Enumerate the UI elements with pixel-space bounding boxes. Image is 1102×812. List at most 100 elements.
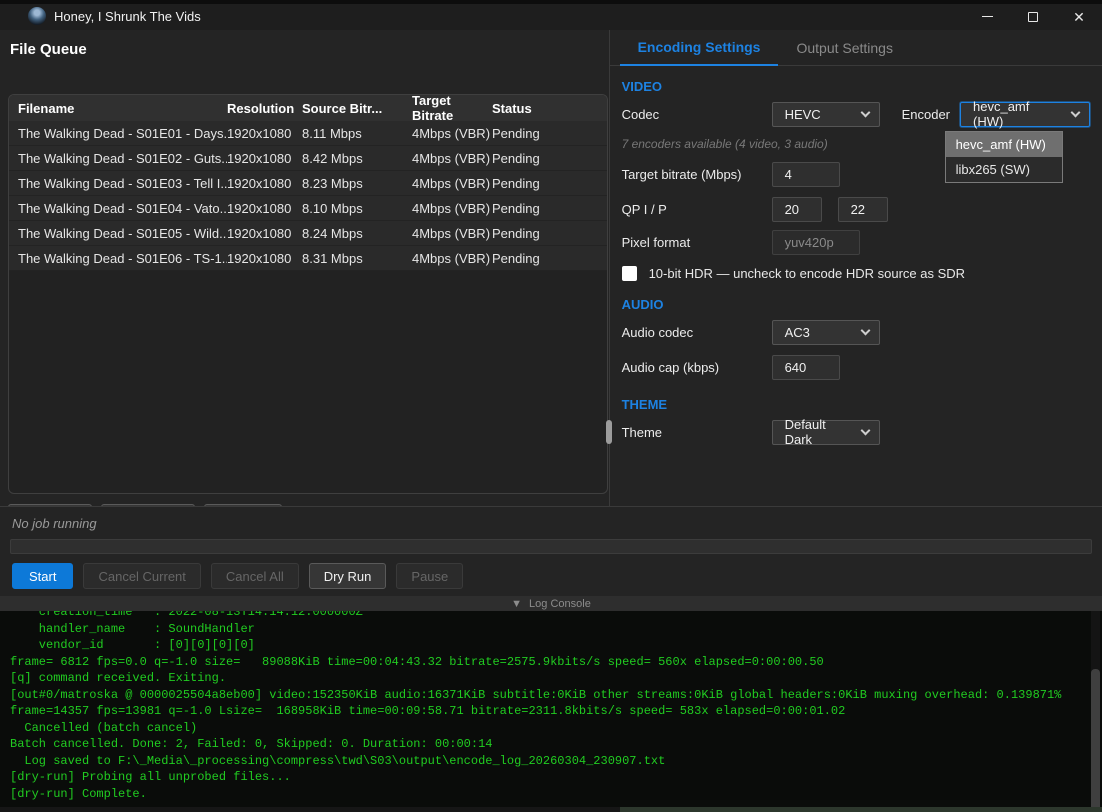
cell-status: Pending (492, 176, 607, 191)
codec-row: Codec HEVC Encoder hevc_amf (HW) (622, 101, 1090, 127)
log-line: Batch cancelled. Done: 2, Failed: 0, Ski… (10, 736, 1102, 753)
theme-select-value: Default Dark (785, 417, 852, 447)
log-line: Cancelled (batch cancel) (10, 720, 1102, 737)
close-button[interactable]: ✕ (1056, 0, 1102, 30)
theme-label: Theme (622, 425, 772, 440)
cell-source-bitrate: 8.42 Mbps (302, 151, 412, 166)
table-row[interactable]: The Walking Dead - S01E01 - Days... 1920… (9, 121, 607, 146)
log-horizontal-scrollbar-thumb[interactable] (620, 807, 1102, 812)
column-header-resolution[interactable]: Resolution (227, 101, 302, 116)
log-vertical-scrollbar-thumb[interactable] (1091, 669, 1100, 812)
log-console-title: Log Console (529, 598, 591, 610)
audio-codec-select-value: AC3 (785, 325, 810, 340)
table-row[interactable]: The Walking Dead - S01E04 - Vato... 1920… (9, 196, 607, 221)
log-horizontal-scrollbar[interactable] (0, 807, 1102, 812)
dry-run-button[interactable]: Dry Run (309, 563, 387, 589)
chevron-down-icon (1071, 108, 1081, 118)
cell-resolution: 1920x1080 (227, 201, 302, 216)
table-row[interactable]: The Walking Dead - S01E06 - TS-1... 1920… (9, 246, 607, 271)
cancel-all-button[interactable]: Cancel All (211, 563, 299, 589)
cell-status: Pending (492, 226, 607, 241)
table-row[interactable]: The Walking Dead - S01E02 - Guts... 1920… (9, 146, 607, 171)
cancel-current-button[interactable]: Cancel Current (83, 563, 200, 589)
cell-target-bitrate: 4Mbps (VBR) (412, 176, 492, 191)
cell-source-bitrate: 8.10 Mbps (302, 201, 412, 216)
log-line: frame=14357 fps=13981 q=-1.0 Lsize= 1689… (10, 703, 1102, 720)
audio-cap-input[interactable]: 640 (772, 355, 840, 380)
video-section-header: VIDEO (622, 79, 1090, 95)
job-status-text: No job running (0, 507, 1102, 529)
qp-p-input[interactable]: 22 (838, 197, 888, 222)
qp-i-input[interactable]: 20 (772, 197, 822, 222)
log-line: [dry-run] Complete. (10, 786, 1102, 803)
chevron-down-icon (860, 108, 870, 118)
log-line: [out#0/matroska @ 0000025504a8eb00] vide… (10, 687, 1102, 704)
log-output: creation_time : 2022-08-13T14:14:12.0000… (0, 611, 1102, 802)
column-header-filename[interactable]: Filename (9, 101, 227, 116)
chevron-down-icon (860, 326, 870, 336)
minimize-button[interactable] (964, 0, 1010, 30)
audio-codec-row: Audio codec AC3 (622, 319, 1090, 345)
encoder-option-hevc-amf[interactable]: hevc_amf (HW) (946, 132, 1062, 157)
hdr-checkbox-row: 10-bit HDR — uncheck to encode HDR sourc… (622, 265, 1090, 282)
audio-cap-row: Audio cap (kbps) 640 (622, 354, 1090, 380)
table-row[interactable]: The Walking Dead - S01E05 - Wild... 1920… (9, 221, 607, 246)
title-bar: Honey, I Shrunk The Vids ✕ (0, 0, 1102, 30)
file-queue-table: Filename Resolution Source Bitr... Targe… (8, 94, 608, 494)
tab-output-settings[interactable]: Output Settings (778, 32, 911, 65)
qp-label: QP I / P (622, 202, 772, 217)
cell-status: Pending (492, 151, 607, 166)
encoder-select[interactable]: hevc_amf (HW) (960, 102, 1090, 127)
table-row[interactable]: The Walking Dead - S01E03 - Tell I... 19… (9, 171, 607, 196)
app-icon (28, 7, 46, 25)
cell-resolution: 1920x1080 (227, 126, 302, 141)
theme-select[interactable]: Default Dark (772, 420, 880, 445)
cell-filename: The Walking Dead - S01E03 - Tell I... (9, 176, 227, 191)
cell-resolution: 1920x1080 (227, 176, 302, 191)
qp-row: QP I / P 20 22 (622, 196, 1090, 222)
maximize-icon (1028, 12, 1038, 22)
column-header-target-bitrate[interactable]: Target Bitrate (412, 94, 492, 123)
pixel-format-input[interactable]: yuv420p (772, 230, 860, 255)
window-controls: ✕ (964, 0, 1102, 30)
cell-resolution: 1920x1080 (227, 151, 302, 166)
theme-row: Theme Default Dark (622, 419, 1090, 445)
job-buttons: Start Cancel Current Cancel All Dry Run … (12, 563, 463, 589)
tab-encoding-settings[interactable]: Encoding Settings (620, 31, 779, 66)
cell-target-bitrate: 4Mbps (VBR) (412, 251, 492, 266)
start-button[interactable]: Start (12, 563, 73, 589)
log-console[interactable]: creation_time : 2022-08-13T14:14:12.0000… (0, 611, 1102, 812)
column-header-source-bitrate[interactable]: Source Bitr... (302, 101, 412, 116)
cell-target-bitrate: 4Mbps (VBR) (412, 201, 492, 216)
job-bar: No job running Start Cancel Current Canc… (0, 506, 1102, 596)
cell-filename: The Walking Dead - S01E04 - Vato... (9, 201, 227, 216)
hdr-checkbox[interactable] (622, 266, 637, 281)
cell-filename: The Walking Dead - S01E01 - Days... (9, 126, 227, 141)
audio-codec-select[interactable]: AC3 (772, 320, 880, 345)
pause-button[interactable]: Pause (396, 563, 463, 589)
chevron-down-icon (860, 426, 870, 436)
settings-tabs: Encoding Settings Output Settings (610, 30, 1102, 66)
log-line: Log saved to F:\_Media\_processing\compr… (10, 753, 1102, 770)
hdr-checkbox-label: 10-bit HDR — uncheck to encode HDR sourc… (649, 266, 965, 281)
maximize-button[interactable] (1010, 0, 1056, 30)
target-bitrate-input[interactable]: 4 (772, 162, 840, 187)
close-icon: ✕ (1073, 10, 1085, 24)
cell-source-bitrate: 8.31 Mbps (302, 251, 412, 266)
collapse-triangle-icon: ▼ (511, 598, 522, 610)
codec-label: Codec (622, 107, 772, 122)
column-header-status[interactable]: Status (492, 101, 607, 116)
codec-select[interactable]: HEVC (772, 102, 880, 127)
cell-status: Pending (492, 251, 607, 266)
file-queue-title: File Queue (0, 30, 609, 67)
job-progress-bar (10, 539, 1092, 554)
log-vertical-scrollbar[interactable] (1091, 611, 1100, 812)
target-bitrate-label: Target bitrate (Mbps) (622, 167, 772, 182)
cell-status: Pending (492, 126, 607, 141)
log-console-toggle[interactable]: ▼ Log Console (0, 596, 1102, 611)
cell-target-bitrate: 4Mbps (VBR) (412, 126, 492, 141)
cell-filename: The Walking Dead - S01E02 - Guts... (9, 151, 227, 166)
encoder-option-libx265[interactable]: libx265 (SW) (946, 157, 1062, 182)
cell-target-bitrate: 4Mbps (VBR) (412, 151, 492, 166)
audio-cap-label: Audio cap (kbps) (622, 360, 772, 375)
